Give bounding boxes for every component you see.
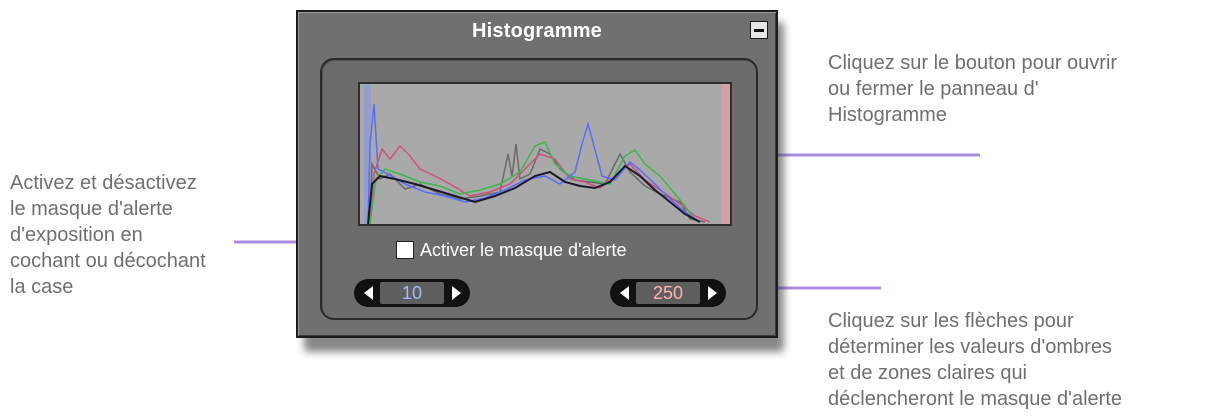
callout-open-close-panel: Cliquez sur le bouton pour ouvrir ou fer… [828, 52, 1118, 126]
alert-mask-toggle[interactable]: Activer le masque d'alerte [396, 238, 627, 262]
collapse-button[interactable] [750, 21, 768, 39]
histogram-plot [364, 84, 730, 224]
shadow-value-field[interactable]: 10 [380, 282, 444, 304]
triangle-left-icon [363, 286, 373, 300]
alert-mask-checkbox[interactable] [396, 241, 414, 259]
callout-shadow-highlight-values: Cliquez sur les flèches pour déterminer … [828, 310, 1123, 410]
triangle-left-icon [619, 286, 629, 300]
highlight-increase-button[interactable] [702, 283, 722, 303]
minus-square-icon [754, 28, 764, 32]
panel-title: Histogramme [471, 20, 602, 42]
highlight-stepper: 250 [610, 279, 726, 307]
alert-mask-label: Activer le masque d'alerte [420, 239, 627, 260]
histogram-panel: Histogramme Activer le masque d'alerte 1… [296, 10, 778, 338]
highlight-decrease-button[interactable] [614, 283, 634, 303]
shadow-decrease-button[interactable] [358, 283, 378, 303]
dark-curve [367, 164, 701, 224]
shadow-increase-button[interactable] [446, 283, 466, 303]
shadow-stepper: 10 [354, 279, 470, 307]
highlight-clip-band [721, 84, 730, 224]
histogram-graph [358, 82, 732, 226]
highlight-value-field[interactable]: 250 [636, 282, 700, 304]
histogram-frame: Activer le masque d'alerte 10 250 [320, 58, 758, 320]
triangle-right-icon [451, 286, 461, 300]
triangle-right-icon [707, 286, 717, 300]
